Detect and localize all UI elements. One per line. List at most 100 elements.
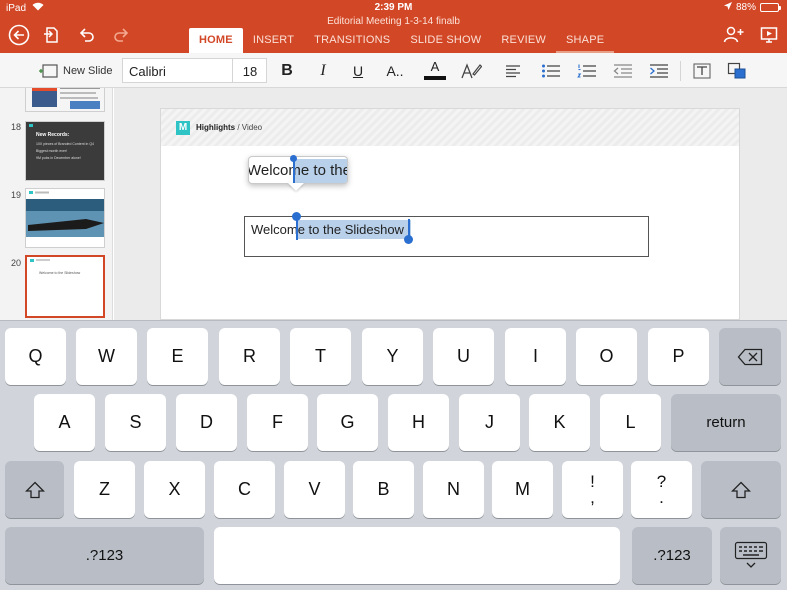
decrease-indent-icon [613,63,632,78]
present-icon [760,27,778,43]
redo-button[interactable] [110,24,132,46]
key-g[interactable]: G [317,394,378,451]
align-left-button[interactable] [502,53,524,88]
onscreen-keyboard: Q W E R T Y U I O P A S D F G H J K L re… [0,320,787,590]
key-y[interactable]: Y [362,328,423,385]
text-box-content[interactable]: Welcome to the Slideshow [251,222,404,237]
new-slide-button[interactable]: New Slide [38,53,118,88]
new-slide-icon [39,63,58,78]
back-arrow-icon [8,24,30,46]
font-picker[interactable]: Calibri 18 [122,58,267,83]
key-u[interactable]: U [433,328,494,385]
slide-thumbnail-pane[interactable]: 18 New Records: 10X pieces of Branded Co… [0,88,113,320]
slide-thumbnail-19[interactable] [25,188,105,248]
current-slide[interactable]: M Highlights / Video [160,108,740,320]
keyboard-dismiss-icon [734,541,767,568]
back-button[interactable] [8,24,30,46]
underline-button[interactable]: U [347,53,369,88]
add-person-icon [723,26,744,43]
space-bar[interactable] [214,527,620,584]
key-b[interactable]: B [353,461,414,518]
key-x[interactable]: X [144,461,205,518]
tab-slide-show[interactable]: SLIDE SHOW [400,28,491,53]
key-z[interactable]: Z [74,461,135,518]
delete-key[interactable] [719,328,781,385]
slide-thumbnail-17[interactable] [25,88,105,112]
slide-20-logo [30,259,34,262]
bullet-list-icon [542,64,560,77]
key-v[interactable]: V [284,461,345,518]
slide-thumbnail-20[interactable]: Welcome to the Slideshow [25,255,105,318]
key-q[interactable]: Q [5,328,66,385]
numbers-key-right[interactable]: .?123 [632,527,712,584]
numbering-button[interactable] [576,53,598,88]
slide-20-crumb [36,259,50,261]
bullets-button[interactable] [540,53,562,88]
breadcrumb-section: Highlights [196,123,236,132]
key-exclamation-comma[interactable]: ! , [562,461,623,518]
key-s[interactable]: S [105,394,166,451]
share-button[interactable] [723,24,745,46]
file-button[interactable] [40,24,62,46]
increase-indent-button[interactable] [648,53,670,88]
battery-percent: 88% [735,2,756,13]
status-time: 2:39 PM [374,2,413,13]
key-w[interactable]: W [76,328,137,385]
key-a[interactable]: A [34,394,95,451]
slide-thumbnail-18[interactable]: New Records: 10X pieces of Branded Conte… [25,121,105,181]
slide-number-20: 20 [11,258,22,268]
highlight-button[interactable] [459,53,483,88]
key-k[interactable]: K [529,394,590,451]
magnifier-pointer [288,183,304,191]
key-m[interactable]: M [492,461,553,518]
slide-18-title: New Records: [36,132,70,138]
more-font-format-button[interactable]: A.. [381,53,409,88]
tab-transitions[interactable]: TRANSITIONS [304,28,400,53]
key-question-period[interactable]: ? . [631,461,692,518]
shapes-button[interactable] [726,53,748,88]
key-r[interactable]: R [219,328,280,385]
tab-home[interactable]: HOME [189,28,243,53]
shift-key-right[interactable] [701,461,781,518]
key-e[interactable]: E [147,328,208,385]
tab-shape[interactable]: SHAPE [555,28,615,53]
key-j[interactable]: J [459,394,520,451]
key-h[interactable]: H [388,394,449,451]
shift-key-left[interactable] [5,461,64,518]
slide-number-18: 18 [11,122,22,132]
shift-icon [24,481,45,498]
slide-text-box[interactable]: Welcome to the Slideshow [244,216,649,257]
key-c[interactable]: C [214,461,275,518]
key-d[interactable]: D [176,394,237,451]
undo-button[interactable] [76,24,98,46]
selection-start-line [296,217,298,240]
italic-button[interactable]: I [312,53,334,88]
key-i[interactable]: I [505,328,566,385]
slide-breadcrumb: Highlights / Video [196,123,262,132]
present-button[interactable] [758,24,780,46]
tab-insert[interactable]: INSERT [243,28,304,53]
return-key[interactable]: return [671,394,781,451]
selection-end-handle[interactable] [404,235,413,244]
status-bar: iPad 2:39 PM 88% [0,0,787,16]
key-p[interactable]: P [648,328,709,385]
tab-review[interactable]: REVIEW [491,28,556,53]
font-color-swatch [424,76,446,80]
font-size-field[interactable]: 18 [233,64,267,79]
key-l[interactable]: L [600,394,661,451]
slide-20-text: Welcome to the Slideshow [39,271,81,275]
font-name: Calibri [129,64,166,79]
key-n[interactable]: N [423,461,484,518]
hide-keyboard-key[interactable] [720,527,781,584]
key-t[interactable]: T [290,328,351,385]
decrease-indent-button[interactable] [612,53,634,88]
text-box-button[interactable] [691,53,713,88]
key-o[interactable]: O [576,328,637,385]
slide-19-preview [26,191,104,247]
numbers-key-left[interactable]: .?123 [5,527,204,584]
key-f[interactable]: F [247,394,308,451]
bold-button[interactable]: B [276,53,298,88]
app-header: iPad 2:39 PM 88% Editorial Meeting 1-3-1… [0,0,787,53]
numbered-list-icon [577,64,596,78]
font-color-button[interactable]: A [423,53,447,88]
